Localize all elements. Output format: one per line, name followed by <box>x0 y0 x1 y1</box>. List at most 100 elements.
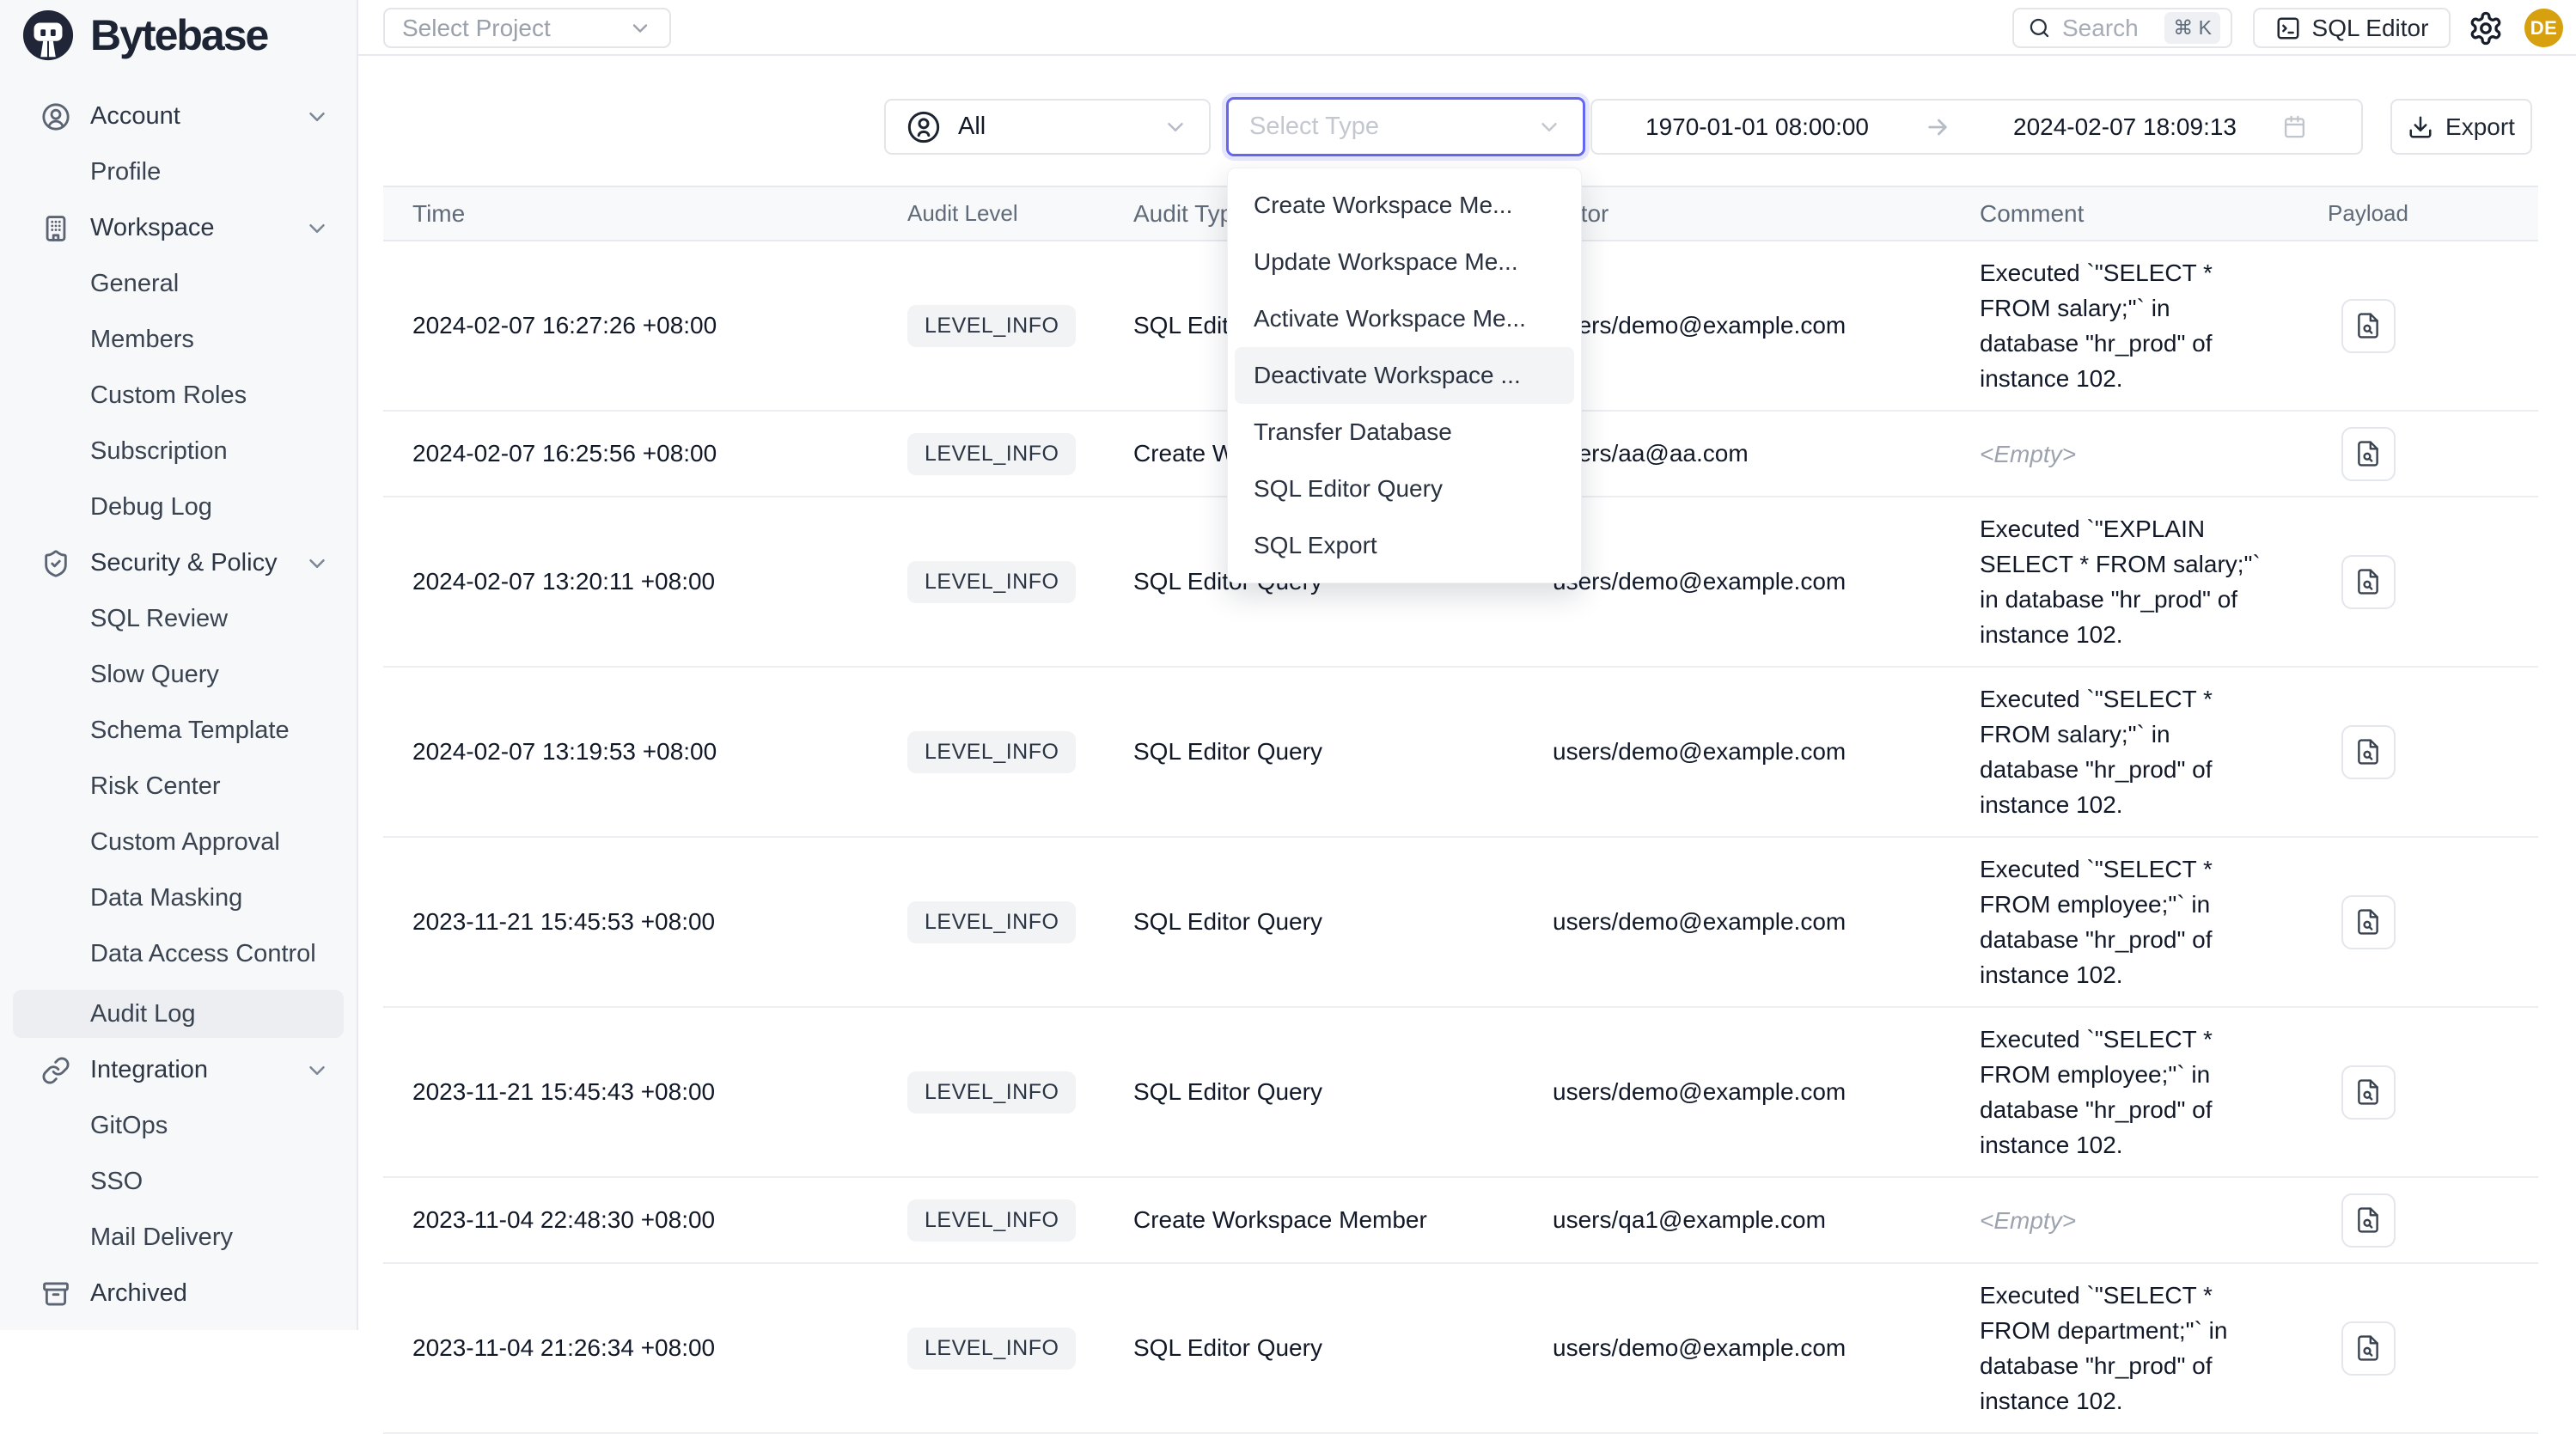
sidebar-section-workspace[interactable]: Workspace <box>13 208 344 248</box>
sidebar-item-profile[interactable]: Profile <box>13 152 344 192</box>
cell-actor: users/demo@example.com <box>1553 1334 1980 1362</box>
payload-view-button[interactable] <box>2341 725 2396 779</box>
download-icon <box>2408 114 2433 140</box>
search-icon <box>2028 16 2051 40</box>
cell-actor: users/demo@example.com <box>1553 738 1980 766</box>
sql-editor-button[interactable]: SQL Editor <box>2253 8 2451 48</box>
search-input[interactable]: Search ⌘ K <box>2012 8 2232 48</box>
settings-gear-icon[interactable] <box>2468 10 2504 46</box>
sidebar-section-archived[interactable]: Archived <box>13 1273 344 1314</box>
sidebar-item-label: Risk Center <box>90 772 221 801</box>
sidebar-section-account[interactable]: Account <box>13 96 344 137</box>
sidebar-item-members[interactable]: Members <box>13 320 344 360</box>
table-row[interactable]: 2023-11-04 21:26:34 +08:00 LEVEL_INFO SQ… <box>383 1264 2538 1434</box>
type-menu-item[interactable]: Create Workspace Me... <box>1235 177 1574 234</box>
cell-actor: users/demo@example.com <box>1553 1078 1980 1106</box>
sidebar-item-label: Debug Log <box>90 493 212 522</box>
file-search-icon <box>2353 1077 2383 1107</box>
date-to-value[interactable]: 2024-02-07 18:09:13 <box>2013 113 2237 141</box>
sidebar-section-integration[interactable]: Integration <box>13 1050 344 1090</box>
cell-actor: users/demo@example.com <box>1553 568 1980 595</box>
sidebar-item-custom-approval[interactable]: Custom Approval <box>13 822 344 863</box>
type-menu-item[interactable]: SQL Editor Query <box>1235 461 1574 517</box>
payload-view-button[interactable] <box>2341 1321 2396 1376</box>
sidebar-section-label: Security & Policy <box>90 549 278 577</box>
level-badge: LEVEL_INFO <box>907 433 1076 475</box>
sidebar-item-gitops[interactable]: GitOps <box>13 1106 344 1146</box>
sidebar-item-slow-query[interactable]: Slow Query <box>13 655 344 695</box>
cell-actor: users/aa@aa.com <box>1553 440 1980 467</box>
cell-time: 2023-11-04 21:26:34 +08:00 <box>412 1334 907 1362</box>
export-button[interactable]: Export <box>2390 99 2532 155</box>
cell-comment: <Empty> <box>1980 1203 2308 1238</box>
sidebar-item-general[interactable]: General <box>13 264 344 304</box>
type-menu-item[interactable]: Update Workspace Me... <box>1235 234 1574 290</box>
table-row[interactable]: 2023-11-21 15:45:53 +08:00 LEVEL_INFO SQ… <box>383 838 2538 1008</box>
type-filter-placeholder: Select Type <box>1249 113 1536 141</box>
date-from-value[interactable]: 1970-01-01 08:00:00 <box>1645 113 1869 141</box>
cell-payload <box>2308 299 2428 353</box>
sidebar-item-data-masking[interactable]: Data Masking <box>13 878 344 918</box>
date-range-picker[interactable]: 1970-01-01 08:00:00 2024-02-07 18:09:13 <box>1590 99 2363 155</box>
cell-time: 2024-02-07 16:25:56 +08:00 <box>412 440 907 467</box>
chevron-down-icon <box>628 16 652 40</box>
type-menu-item[interactable]: Transfer Database <box>1235 404 1574 461</box>
table-row[interactable]: 2023-11-04 22:48:30 +08:00 LEVEL_INFO Cr… <box>383 1178 2538 1264</box>
sidebar-item-debug-log[interactable]: Debug Log <box>13 487 344 528</box>
payload-view-button[interactable] <box>2341 555 2396 609</box>
sidebar-item-label: SSO <box>90 1168 143 1196</box>
sidebar-section-security-policy[interactable]: Security & Policy <box>13 543 344 583</box>
type-filter-dropdown-menu: Create Workspace Me...Update Workspace M… <box>1227 168 1582 583</box>
sidebar-item-custom-roles[interactable]: Custom Roles <box>13 375 344 416</box>
table-row[interactable]: 2023-11-21 15:45:43 +08:00 LEVEL_INFO SQ… <box>383 1008 2538 1178</box>
bytebase-logo[interactable]: Bytebase <box>21 9 267 62</box>
level-badge: LEVEL_INFO <box>907 1071 1076 1114</box>
sidebar-item-data-access-control[interactable]: Data Access Control <box>13 934 344 974</box>
actor-filter-value: All <box>958 113 1163 141</box>
sidebar-section-label: Archived <box>90 1279 187 1308</box>
file-search-icon <box>2353 1333 2383 1363</box>
cell-payload <box>2308 427 2428 481</box>
user-avatar[interactable]: DE <box>2524 9 2563 47</box>
type-menu-item[interactable]: SQL Export <box>1235 517 1574 574</box>
type-menu-item[interactable]: Activate Workspace Me... <box>1235 290 1574 347</box>
link-icon <box>41 1056 70 1085</box>
payload-view-button[interactable] <box>2341 1193 2396 1248</box>
cell-time: 2024-02-07 13:19:53 +08:00 <box>412 738 907 766</box>
cell-time: 2023-11-21 15:45:53 +08:00 <box>412 908 907 936</box>
table-row[interactable]: 2024-02-07 13:19:53 +08:00 LEVEL_INFO SQ… <box>383 668 2538 838</box>
actor-filter-select[interactable]: All <box>884 99 1211 155</box>
cell-time: 2024-02-07 13:20:11 +08:00 <box>412 568 907 595</box>
sidebar-section-label: Account <box>90 102 180 131</box>
payload-view-button[interactable] <box>2341 299 2396 353</box>
terminal-icon <box>2275 15 2301 41</box>
sidebar-item-sso[interactable]: SSO <box>13 1162 344 1202</box>
sidebar-item-sql-review[interactable]: SQL Review <box>13 599 344 639</box>
sidebar-item-schema-template[interactable]: Schema Template <box>13 711 344 751</box>
chevron-down-icon <box>1163 114 1188 140</box>
cell-audit-level: LEVEL_INFO <box>907 561 1133 603</box>
file-search-icon <box>2353 311 2383 340</box>
level-badge: LEVEL_INFO <box>907 561 1076 603</box>
payload-view-button[interactable] <box>2341 1065 2396 1120</box>
cell-comment: Executed `"EXPLAIN SELECT * FROM salary;… <box>1980 511 2308 652</box>
type-menu-item[interactable]: Deactivate Workspace ... <box>1235 347 1574 404</box>
sidebar-item-mail-delivery[interactable]: Mail Delivery <box>13 1217 344 1258</box>
sidebar-item-risk-center[interactable]: Risk Center <box>13 766 344 807</box>
cell-comment: <Empty> <box>1980 436 2308 472</box>
sidebar-item-label: Schema Template <box>90 717 290 745</box>
level-badge: LEVEL_INFO <box>907 1199 1076 1242</box>
sql-editor-label: SQL Editor <box>2312 15 2429 42</box>
project-select-placeholder: Select Project <box>402 15 551 42</box>
sidebar-item-subscription[interactable]: Subscription <box>13 431 344 472</box>
sidebar-item-label: General <box>90 270 179 298</box>
project-select[interactable]: Select Project <box>383 8 671 48</box>
payload-view-button[interactable] <box>2341 895 2396 949</box>
column-header-time: Time <box>412 200 907 228</box>
cell-payload <box>2308 555 2428 609</box>
cell-payload <box>2308 1193 2428 1248</box>
type-filter-select[interactable]: Select Type <box>1226 97 1585 156</box>
payload-view-button[interactable] <box>2341 427 2396 481</box>
building-icon <box>41 214 70 243</box>
sidebar-item-audit-log[interactable]: Audit Log <box>13 990 344 1038</box>
